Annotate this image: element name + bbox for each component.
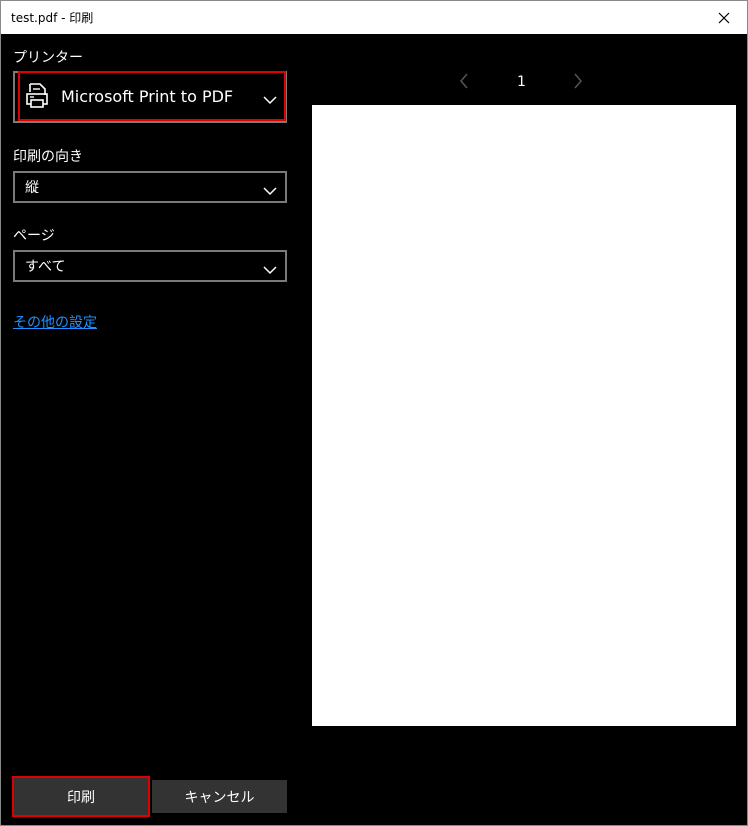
printer-label: プリンター xyxy=(13,50,83,66)
print-preview-page xyxy=(312,105,736,726)
pages-value: すべて xyxy=(25,259,66,275)
page-number: 1 xyxy=(517,74,526,90)
window-title: test.pdf - 印刷 xyxy=(11,11,94,25)
next-page-button[interactable] xyxy=(573,73,583,93)
more-settings-link[interactable]: その他の設定 xyxy=(13,312,97,332)
pages-select[interactable]: すべて xyxy=(13,250,287,282)
printer-icon xyxy=(25,83,49,113)
chevron-left-icon xyxy=(460,73,468,89)
print-dialog: test.pdf - 印刷 プリンター Microsoft Print to P… xyxy=(0,0,748,826)
title-bar: test.pdf - 印刷 xyxy=(1,1,747,34)
chevron-down-icon xyxy=(263,260,277,279)
print-button[interactable]: 印刷 xyxy=(12,776,150,817)
close-icon xyxy=(718,12,730,23)
close-button[interactable] xyxy=(701,1,747,34)
printer-select[interactable]: Microsoft Print to PDF xyxy=(13,71,287,123)
pages-label: ページ xyxy=(13,228,55,244)
chevron-down-icon xyxy=(263,90,277,109)
previous-page-button[interactable] xyxy=(459,73,469,93)
orientation-label: 印刷の向き xyxy=(13,149,83,165)
printer-value: Microsoft Print to PDF xyxy=(61,87,234,106)
orientation-select[interactable]: 縦 xyxy=(13,171,287,203)
orientation-value: 縦 xyxy=(25,180,39,196)
chevron-down-icon xyxy=(263,181,277,200)
chevron-right-icon xyxy=(574,73,582,89)
cancel-button[interactable]: キャンセル xyxy=(152,780,287,813)
